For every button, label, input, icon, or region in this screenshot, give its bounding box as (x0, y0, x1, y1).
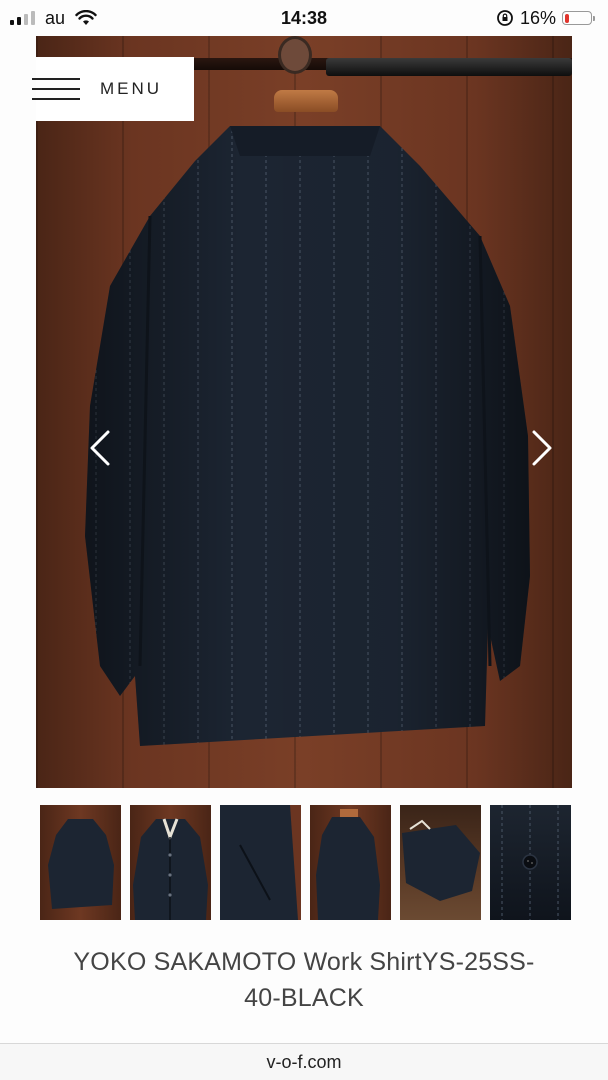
chevron-right-icon[interactable] (520, 428, 560, 468)
product-title: YOKO SAKAMOTO Work ShirtYS-25SS-40-BLACK (73, 948, 535, 1012)
thumbnail-flat-lay[interactable] (400, 805, 481, 920)
menu-label: MENU (100, 79, 163, 98)
status-left: au (10, 8, 97, 29)
wifi-icon (75, 10, 97, 25)
thumbnail-back[interactable] (40, 805, 121, 920)
battery-level (564, 13, 569, 23)
hero-hanging-pipe (326, 58, 572, 76)
thumbnail-front[interactable] (130, 805, 211, 920)
battery-icon (562, 11, 595, 25)
orientation-lock-icon (497, 10, 513, 26)
page: au 14:38 16% MENU YOKO SAKAMOTO Work Shi… (0, 0, 608, 1080)
battery-percent: 16% (519, 7, 556, 28)
browser-url-bar[interactable]: v-o-f.com (0, 1044, 608, 1080)
hanger-hook (278, 36, 312, 74)
status-right: 16% (496, 7, 595, 29)
status-bar: au 14:38 16% (0, 0, 608, 36)
browser-url: v-o-f.com (266, 1051, 342, 1072)
thumbnail-sleeve[interactable] (220, 805, 301, 920)
thumbnail-side[interactable] (310, 805, 391, 920)
chevron-left-icon[interactable] (82, 428, 122, 468)
thumbnail-strip (40, 805, 571, 920)
thumbnail-button-detail[interactable] (490, 805, 571, 920)
carrier-label: au (45, 7, 66, 28)
menu-button[interactable]: MENU (32, 57, 194, 121)
hamburger-icon (32, 78, 80, 100)
hero-product-image[interactable] (36, 36, 572, 788)
signal-icon (10, 11, 35, 25)
jacket-back-image (85, 126, 530, 746)
